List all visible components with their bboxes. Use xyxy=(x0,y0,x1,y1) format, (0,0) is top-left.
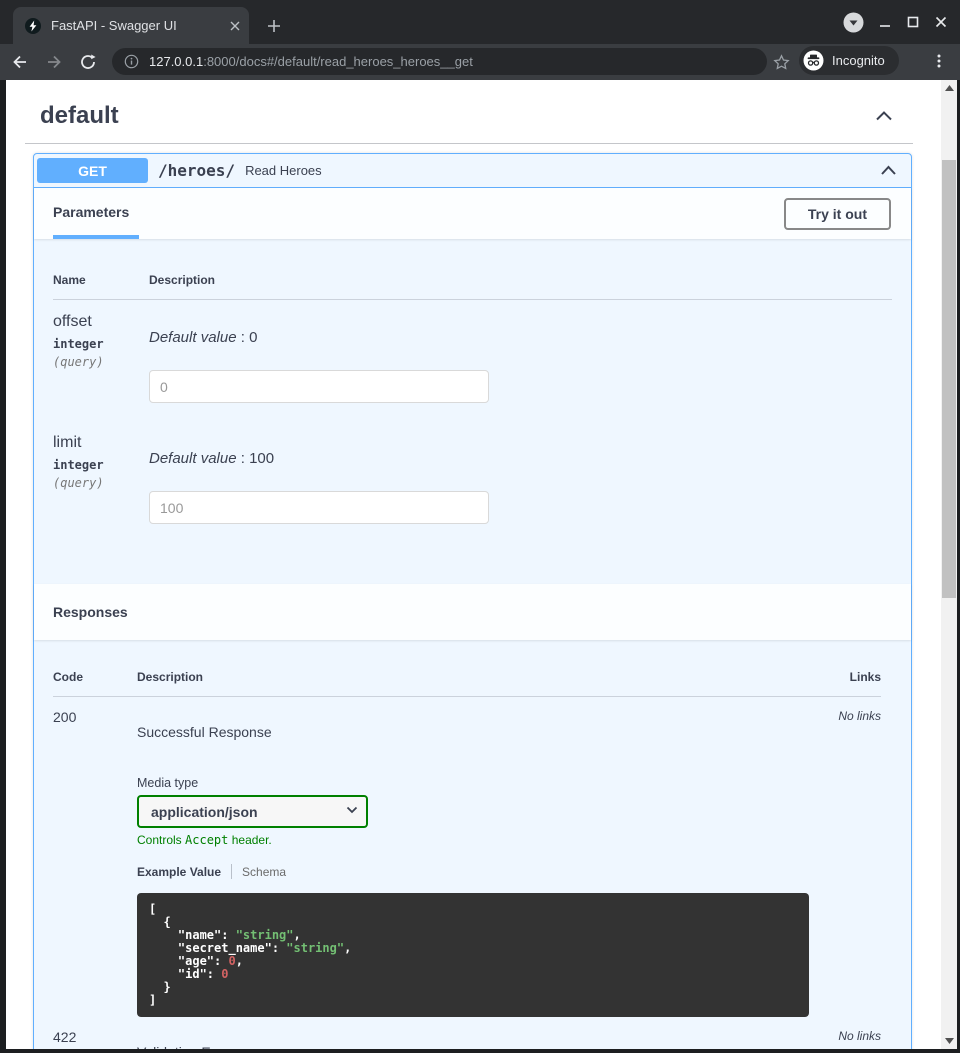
param-default: Default value : 100 xyxy=(149,450,892,467)
scrollbar-thumb[interactable] xyxy=(942,160,956,598)
tab-title: FastAPI - Swagger UI xyxy=(51,18,229,33)
col-description: Description xyxy=(137,670,821,684)
param-type: integer xyxy=(53,458,149,472)
media-type-select[interactable]: application/json xyxy=(137,795,368,828)
default-sep: : xyxy=(237,450,250,467)
browser-tab[interactable]: FastAPI - Swagger UI xyxy=(13,7,249,44)
param-default: Default value : 0 xyxy=(149,329,892,346)
address-bar[interactable]: 127.0.0.1:8000/docs#/default/read_heroes… xyxy=(112,48,767,75)
param-desc-cell: Default value : 100 xyxy=(149,434,892,524)
opblock-collapse-chevron-icon[interactable] xyxy=(880,165,897,176)
responses-table: Code Description Links 200 Successful Re… xyxy=(34,640,911,1049)
back-icon[interactable] xyxy=(6,48,34,76)
browser-menu-icon[interactable] xyxy=(928,50,950,72)
bookmark-star-icon[interactable] xyxy=(771,52,791,72)
tab-schema[interactable]: Schema xyxy=(242,865,286,879)
response-description: Successful Response xyxy=(137,724,821,740)
url-host: 127.0.0.1 xyxy=(149,54,203,69)
param-name: limit xyxy=(53,434,149,452)
swagger-page: default GET /heroes/ Read Heroes Paramet… xyxy=(6,80,941,1049)
reload-icon[interactable] xyxy=(74,48,102,76)
try-it-out-button[interactable]: Try it out xyxy=(784,198,891,230)
opblock-get-heroes: GET /heroes/ Read Heroes Parameters Try … xyxy=(33,153,912,1049)
page-scrollbar[interactable] xyxy=(941,80,957,1049)
scroll-up-icon[interactable] xyxy=(941,80,957,96)
info-icon[interactable] xyxy=(124,54,139,69)
tab-example-value[interactable]: Example Value xyxy=(137,865,221,879)
col-links: Links xyxy=(821,670,881,684)
default-value: 0 xyxy=(249,329,257,346)
tab-separator xyxy=(231,864,232,879)
parameters-table-head: Name Description xyxy=(53,253,892,300)
operation-path: /heroes/ xyxy=(158,161,235,180)
default-label: Default value xyxy=(149,450,237,467)
parameters-title: Parameters xyxy=(53,204,129,220)
response-row-422: 422 Validation Error No links xyxy=(53,1017,881,1049)
fastapi-favicon-icon xyxy=(25,18,41,34)
param-in: (query) xyxy=(53,476,149,490)
parameters-table: Name Description offset integer (query) … xyxy=(34,239,911,584)
maximize-button[interactable] xyxy=(906,15,920,29)
tag-header[interactable]: default xyxy=(25,80,913,144)
model-tabs: Example Value Schema xyxy=(137,864,821,879)
incognito-icon xyxy=(803,50,824,71)
minimize-button[interactable] xyxy=(878,15,892,29)
response-desc-cell: Validation Error xyxy=(137,1029,821,1049)
default-value: 100 xyxy=(249,450,274,467)
param-row-limit: limit integer (query) Default value : 10… xyxy=(53,421,892,524)
responses-table-head: Code Description Links xyxy=(53,654,881,697)
responses-header: Responses xyxy=(34,584,911,640)
close-button[interactable] xyxy=(934,15,948,29)
response-links: No links xyxy=(821,709,881,1017)
tag-title: default xyxy=(40,102,119,130)
browser-update-icon[interactable] xyxy=(843,12,864,33)
param-in: (query) xyxy=(53,355,149,369)
response-description: Validation Error xyxy=(137,1044,821,1049)
tab-close-icon[interactable] xyxy=(229,20,241,32)
param-row-offset: offset integer (query) Default value : 0 xyxy=(53,300,892,403)
col-name: Name xyxy=(53,273,149,287)
parameters-header: Parameters Try it out xyxy=(34,188,911,239)
media-type-label: Media type xyxy=(137,776,821,790)
example-code[interactable]: [ { "name": "string", "secret_name": "st… xyxy=(137,893,809,1017)
note-prefix: Controls xyxy=(137,833,185,847)
url-text[interactable]: 127.0.0.1:8000/docs#/default/read_heroes… xyxy=(149,54,473,69)
offset-input[interactable] xyxy=(149,370,489,403)
param-type: integer xyxy=(53,337,149,351)
param-name-cell: limit integer (query) xyxy=(53,434,149,524)
default-label: Default value xyxy=(149,329,237,346)
response-links: No links xyxy=(821,1029,881,1049)
response-code: 422 xyxy=(53,1029,137,1049)
param-name: offset xyxy=(53,313,149,331)
media-type-select-wrap: application/json xyxy=(137,795,368,828)
response-desc-cell: Successful Response Media type applicati… xyxy=(137,709,821,1017)
col-code: Code xyxy=(53,670,137,684)
forward-icon[interactable] xyxy=(40,48,68,76)
new-tab-button[interactable] xyxy=(262,14,286,38)
controls-accept-note: Controls Accept header. xyxy=(137,833,821,847)
collapse-chevron-icon[interactable] xyxy=(875,110,893,122)
operation-summary: Read Heroes xyxy=(245,163,880,178)
incognito-badge: Incognito xyxy=(799,46,899,75)
note-code: Accept xyxy=(185,833,228,847)
responses-title: Responses xyxy=(53,604,128,620)
incognito-label: Incognito xyxy=(832,53,885,68)
response-code: 200 xyxy=(53,709,137,1017)
tag-section: default xyxy=(25,80,913,144)
response-row-200: 200 Successful Response Media type appli… xyxy=(53,697,881,1017)
url-path: :8000/docs#/default/read_heroes_heroes__… xyxy=(203,54,473,69)
scroll-down-icon[interactable] xyxy=(941,1033,957,1049)
limit-input[interactable] xyxy=(149,491,489,524)
note-suffix: header. xyxy=(228,833,271,847)
col-description: Description xyxy=(149,273,892,287)
param-name-cell: offset integer (query) xyxy=(53,313,149,403)
browser-tabstrip: FastAPI - Swagger UI xyxy=(0,0,960,44)
opblock-summary[interactable]: GET /heroes/ Read Heroes xyxy=(34,154,911,188)
method-badge: GET xyxy=(37,158,148,183)
tab-parameters[interactable]: Parameters xyxy=(53,188,139,239)
param-desc-cell: Default value : 0 xyxy=(149,313,892,403)
default-sep: : xyxy=(237,329,250,346)
